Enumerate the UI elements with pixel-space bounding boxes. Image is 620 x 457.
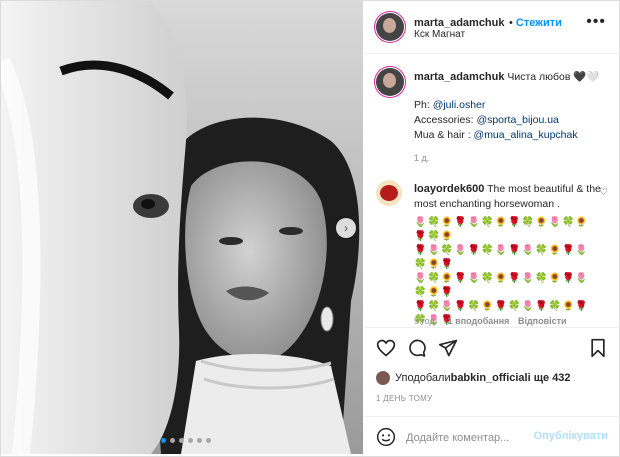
post-side-panel: marta_adamchuk • Стежити Кск Магнат ••• … (364, 1, 618, 455)
post-location[interactable]: Кск Магнат (414, 29, 465, 40)
post-photo[interactable]: › (1, 1, 363, 454)
carousel-dot (188, 438, 193, 443)
carousel-dots (161, 438, 211, 443)
commenter-username[interactable]: loayordek600 (414, 183, 484, 195)
emoji-icon[interactable] (376, 427, 396, 447)
photo-illustration (1, 1, 363, 454)
caption-block: marta_adamchuk Чиста любов 🖤🤍 (414, 70, 609, 85)
reply-button[interactable]: Відповісти (518, 316, 567, 326)
caption-line-prefix: Mua & hair : (414, 129, 474, 141)
comment-likes[interactable]: 1 вподобання (448, 316, 510, 326)
follow-button[interactable]: Стежити (516, 17, 562, 29)
heart-icon[interactable] (376, 338, 396, 358)
commenter-avatar[interactable] (376, 180, 402, 206)
caption-line: Accessories: @sporta_bijou.ua (414, 113, 614, 128)
comment-time[interactable]: 9 год. (414, 316, 437, 326)
mention-link[interactable]: @mua_alina_kupchak (474, 129, 578, 141)
emoji-row: 🌷🍀🌻🌹🌷🍀🌻🌹🍀🌻🌷🍀🌻🌹🍀🌻 (414, 217, 589, 242)
more-options-icon[interactable]: ••• (586, 13, 606, 31)
comment-meta: 9 год. 1 вподобання Відповісти (414, 316, 567, 326)
separator-dot: • (508, 17, 516, 29)
avatar-art (380, 185, 398, 201)
liker-avatar[interactable] (376, 371, 390, 385)
caption-line-prefix: Ph: (414, 99, 433, 111)
comment-block: loayordek600 The most beautiful & the mo… (414, 182, 604, 212)
carousel-dot (197, 438, 202, 443)
comment-emoji-block: 🌷🍀🌻🌹🌷🍀🌻🌹🍀🌻🌷🍀🌻🌹🍀🌻 🌹🌷🍀🌷🌹🍀🌷🌹🌷🍀🌻🌹🌷🍀🌻🌹 🌷🍀🌻🌹🌷🍀… (414, 216, 589, 327)
carousel-dot (170, 438, 175, 443)
likes-count[interactable]: і ще 432 (528, 372, 571, 384)
comment-icon[interactable] (407, 338, 427, 358)
carousel-dot (179, 438, 184, 443)
caption-line: Mua & hair : @mua_alina_kupchak (414, 128, 614, 143)
liker-username[interactable]: babkin_official (451, 372, 528, 384)
comments-list[interactable]: marta_adamchuk Чиста любов 🖤🤍 Ph: @juli.… (364, 54, 618, 327)
mention-link[interactable]: @juli.osher (433, 99, 486, 111)
caption-avatar[interactable] (376, 68, 404, 96)
add-comment-bar: Опублікувати (364, 416, 618, 457)
caption-credits: Ph: @juli.osher Accessories: @sporta_bij… (414, 98, 614, 143)
comment-like-icon[interactable]: ♡ (599, 187, 608, 198)
carousel-next-button[interactable]: › (336, 218, 356, 238)
emoji-row: 🌷🍀🌻🌹🌷🍀🌻🌹🌷🍀🌻🌹🌷🍀🌻🌹 (414, 273, 589, 298)
carousel-dot (206, 438, 211, 443)
post-timestamp[interactable]: 1 ДЕНЬ ТОМУ (376, 394, 432, 403)
chevron-right-icon: › (344, 221, 348, 235)
caption-text: Чиста любов 🖤🤍 (507, 71, 600, 83)
likes-summary: Уподобали babkin_official і ще 432 (376, 371, 571, 385)
author-avatar[interactable] (376, 13, 404, 41)
share-icon[interactable] (438, 338, 458, 358)
likes-prefix: Уподобали (395, 372, 451, 384)
author-username[interactable]: marta_adamchuk (414, 17, 505, 29)
carousel-dot (161, 438, 166, 443)
mention-link[interactable]: @sporta_bijou.ua (476, 114, 558, 126)
bookmark-icon[interactable] (588, 338, 608, 358)
caption-line: Ph: @juli.osher (414, 98, 614, 113)
action-bar (364, 328, 618, 366)
post-footer: Уподобали babkin_official і ще 432 1 ДЕН… (364, 327, 618, 449)
publish-button[interactable]: Опублікувати (534, 430, 608, 442)
caption-username[interactable]: marta_adamchuk (414, 71, 505, 83)
post-header: marta_adamchuk • Стежити Кск Магнат ••• (364, 1, 618, 54)
caption-line-prefix: Accessories: (414, 114, 477, 126)
emoji-row: 🌹🌷🍀🌷🌹🍀🌷🌹🌷🍀🌻🌹🌷🍀🌻🌹 (414, 245, 589, 270)
caption-time[interactable]: 1 д. (414, 153, 429, 163)
